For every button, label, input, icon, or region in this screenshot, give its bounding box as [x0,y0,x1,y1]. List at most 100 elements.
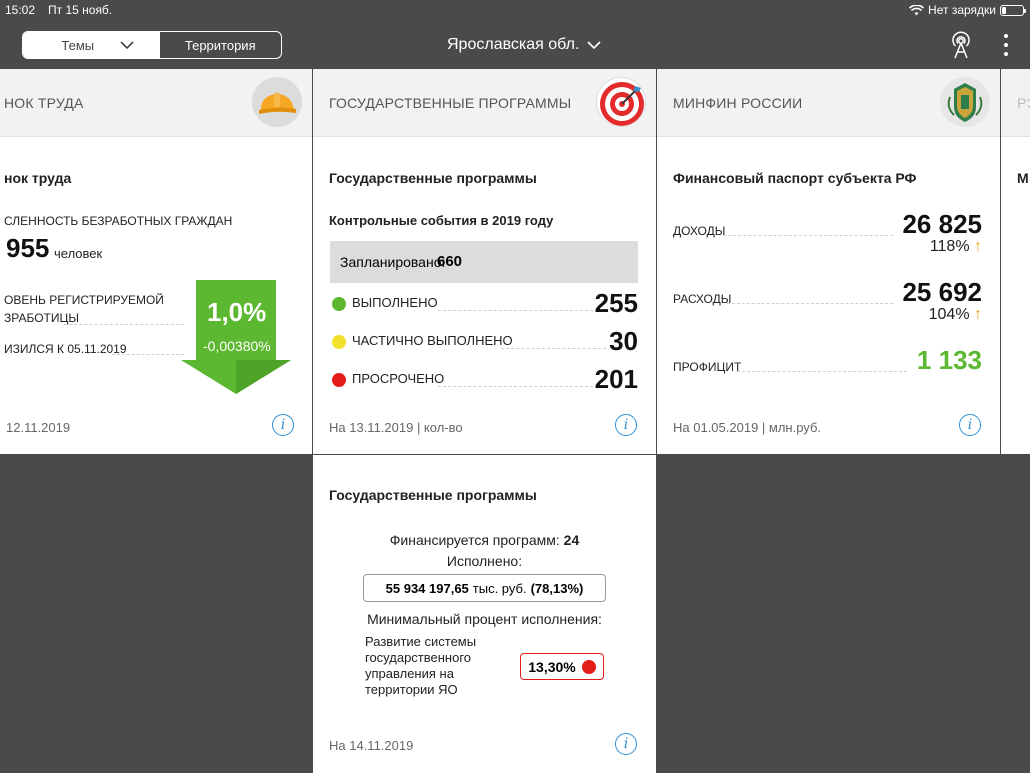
card-header: ГОСУДАРСТВЕННЫЕ ПРОГРАММЫ [313,69,656,137]
card-header-title: РЭ [1017,95,1030,111]
card-gov-programs[interactable]: ГОСУДАРСТВЕННЫЕ ПРОГРАММЫ Государственны… [313,69,656,454]
card-header-title: ГОСУДАРСТВЕННЫЕ ПРОГРАММЫ [329,95,572,111]
tab-territory[interactable]: Территория [158,32,282,58]
min-program: Развитие системы государственного управл… [365,634,477,697]
executed-pct: (78,13%) [530,580,584,596]
card-title: Финансовый паспорт субъекта РФ [673,170,917,186]
card-footer: 12.11.2019 [6,420,71,435]
min-label: Минимальный процент исполнения: [367,611,602,627]
executed-unit: тыс. руб. [472,580,527,596]
surplus-value: 1 133 [916,345,982,375]
nav-bar: Темы Территория Ярославская обл. [0,20,1030,69]
card-header: НОК ТРУДА [0,69,312,137]
unemployed-label: СЛЕННОСТЬ БЕЗРАБОТНЫХ ГРАЖДАН [4,214,233,228]
expense-label: РАСХОДЫ [673,292,732,306]
income-pct: 118% [929,238,970,255]
overdue-label: ПРОСРОЧЕНО [352,371,445,386]
min-value-box: 13,30% [520,653,604,680]
wifi-icon [909,4,925,15]
antenna-icon[interactable] [949,31,973,59]
executed-amount: 55 934 197,65 [385,580,469,596]
minfin-emblem-icon [940,77,990,127]
chevron-down-icon [120,40,134,49]
min-value: 13,30% [528,658,576,675]
dotted-leader [438,310,593,311]
green-dot-icon [332,296,346,311]
unemployment-level-label-a: ОВЕНЬ РЕГИСТРИРУЕМОЙ [4,293,164,307]
executed-label: Исполнено: [446,553,523,569]
status-right: Нет зарядки [909,3,1026,17]
surplus-label: ПРОФИЦИТ [673,360,742,374]
expense-pct-row: 104% ↑ [929,306,982,324]
card-header-title: МИНФИН РОССИИ [673,95,803,111]
planned-row: Запланировано: 660 [330,241,638,283]
partial-value: 30 [609,326,638,356]
funded-value: 24 [563,532,580,548]
segmented-control: Темы Территория [22,31,282,59]
card-title: нок труда [4,170,72,186]
charging-status: Нет зарядки [928,3,996,17]
card-footer: На 13.11.2019 | кол-во [329,420,463,435]
card-header: МИНФИН РОССИИ [657,69,1000,137]
info-icon[interactable]: i [959,414,981,436]
expense-pct: 104% [928,306,970,323]
battery-icon [1000,4,1026,16]
arrow-up-icon: ↑ [974,306,982,323]
dotted-leader [112,354,184,355]
executed-box: 55 934 197,65 тыс. руб. (78,13%) [363,574,606,602]
status-date: Пт 15 нояб. [48,3,113,17]
done-label: ВЫПОЛНЕНО [352,295,438,310]
dotted-leader [737,371,907,372]
partial-label: ЧАСТИЧНО ВЫПОЛНЕНО [352,333,513,348]
card-partial[interactable]: РЭ М [1001,69,1030,454]
card-gov-programs-funding[interactable]: Государственные программы Финансируется … [313,455,656,773]
card-title: М [1017,170,1029,186]
expense-value: 25 692 [902,277,982,307]
dotted-leader [64,324,184,325]
income-label: ДОХОДЫ [673,224,726,238]
planned-label: Запланировано: [340,254,446,270]
funded-label: Финансируется программ: [389,532,560,548]
status-time: 15:02 [5,3,36,17]
dotted-leader [723,235,893,236]
card-footer: На 14.11.2019 [329,738,414,753]
partial-row: ЧАСТИЧНО ВЫПОЛНЕНО [332,333,513,349]
tab-territory-label: Территория [184,37,256,53]
yellow-dot-icon [332,334,346,349]
tab-topics-label: Темы [61,37,95,53]
more-menu-button[interactable] [1000,32,1012,58]
status-bar: 15:02 Пт 15 нояб. Нет зарядки [0,0,1030,20]
income-value: 26 825 [902,209,982,239]
hard-hat-icon [252,77,302,127]
chevron-down-icon [587,40,601,49]
tab-topics[interactable]: Темы [23,32,159,58]
card-minfin[interactable]: МИНФИН РОССИИ Финансовый паспорт субъект… [657,69,1000,454]
arrow-up-icon: ↑ [974,238,982,255]
target-icon [596,77,646,127]
card-header-title: НОК ТРУДА [4,95,84,111]
dotted-leader [438,386,593,387]
region-label: Ярославская обл. [447,36,580,53]
unemployment-level-label-b: ЗРАБОТИЦЫ [4,311,79,325]
info-icon[interactable]: i [272,414,294,436]
funded-row: Финансируется программ: 24 [313,532,656,548]
arrow-delta: -0,00380% [203,338,271,354]
card-title: Государственные программы [329,170,537,186]
unemployed-value: 955 [6,233,50,263]
card-header: РЭ [1001,69,1030,137]
overdue-row: ПРОСРОЧЕНО [332,371,444,387]
card-title: Государственные программы [329,487,537,503]
planned-value: 660 [437,253,463,270]
card-labor-market[interactable]: НОК ТРУДА нок труда СЛЕННОСТЬ БЕЗРАБОТНЫ… [0,69,312,454]
red-dot-icon [332,372,346,387]
income-pct-row: 118% ↑ [930,238,982,256]
overdue-value: 201 [594,364,638,394]
unemployed-unit: человек [54,246,103,261]
region-selector[interactable]: Ярославская обл. [447,36,601,54]
info-icon[interactable]: i [615,414,637,436]
dotted-leader [727,303,893,304]
card-footer: На 01.05.2019 | млн.руб. [673,420,821,435]
change-since-label: ИЗИЛСЯ К 05.11.2019 [4,342,127,356]
done-value: 255 [594,288,638,318]
info-icon[interactable]: i [615,733,637,755]
